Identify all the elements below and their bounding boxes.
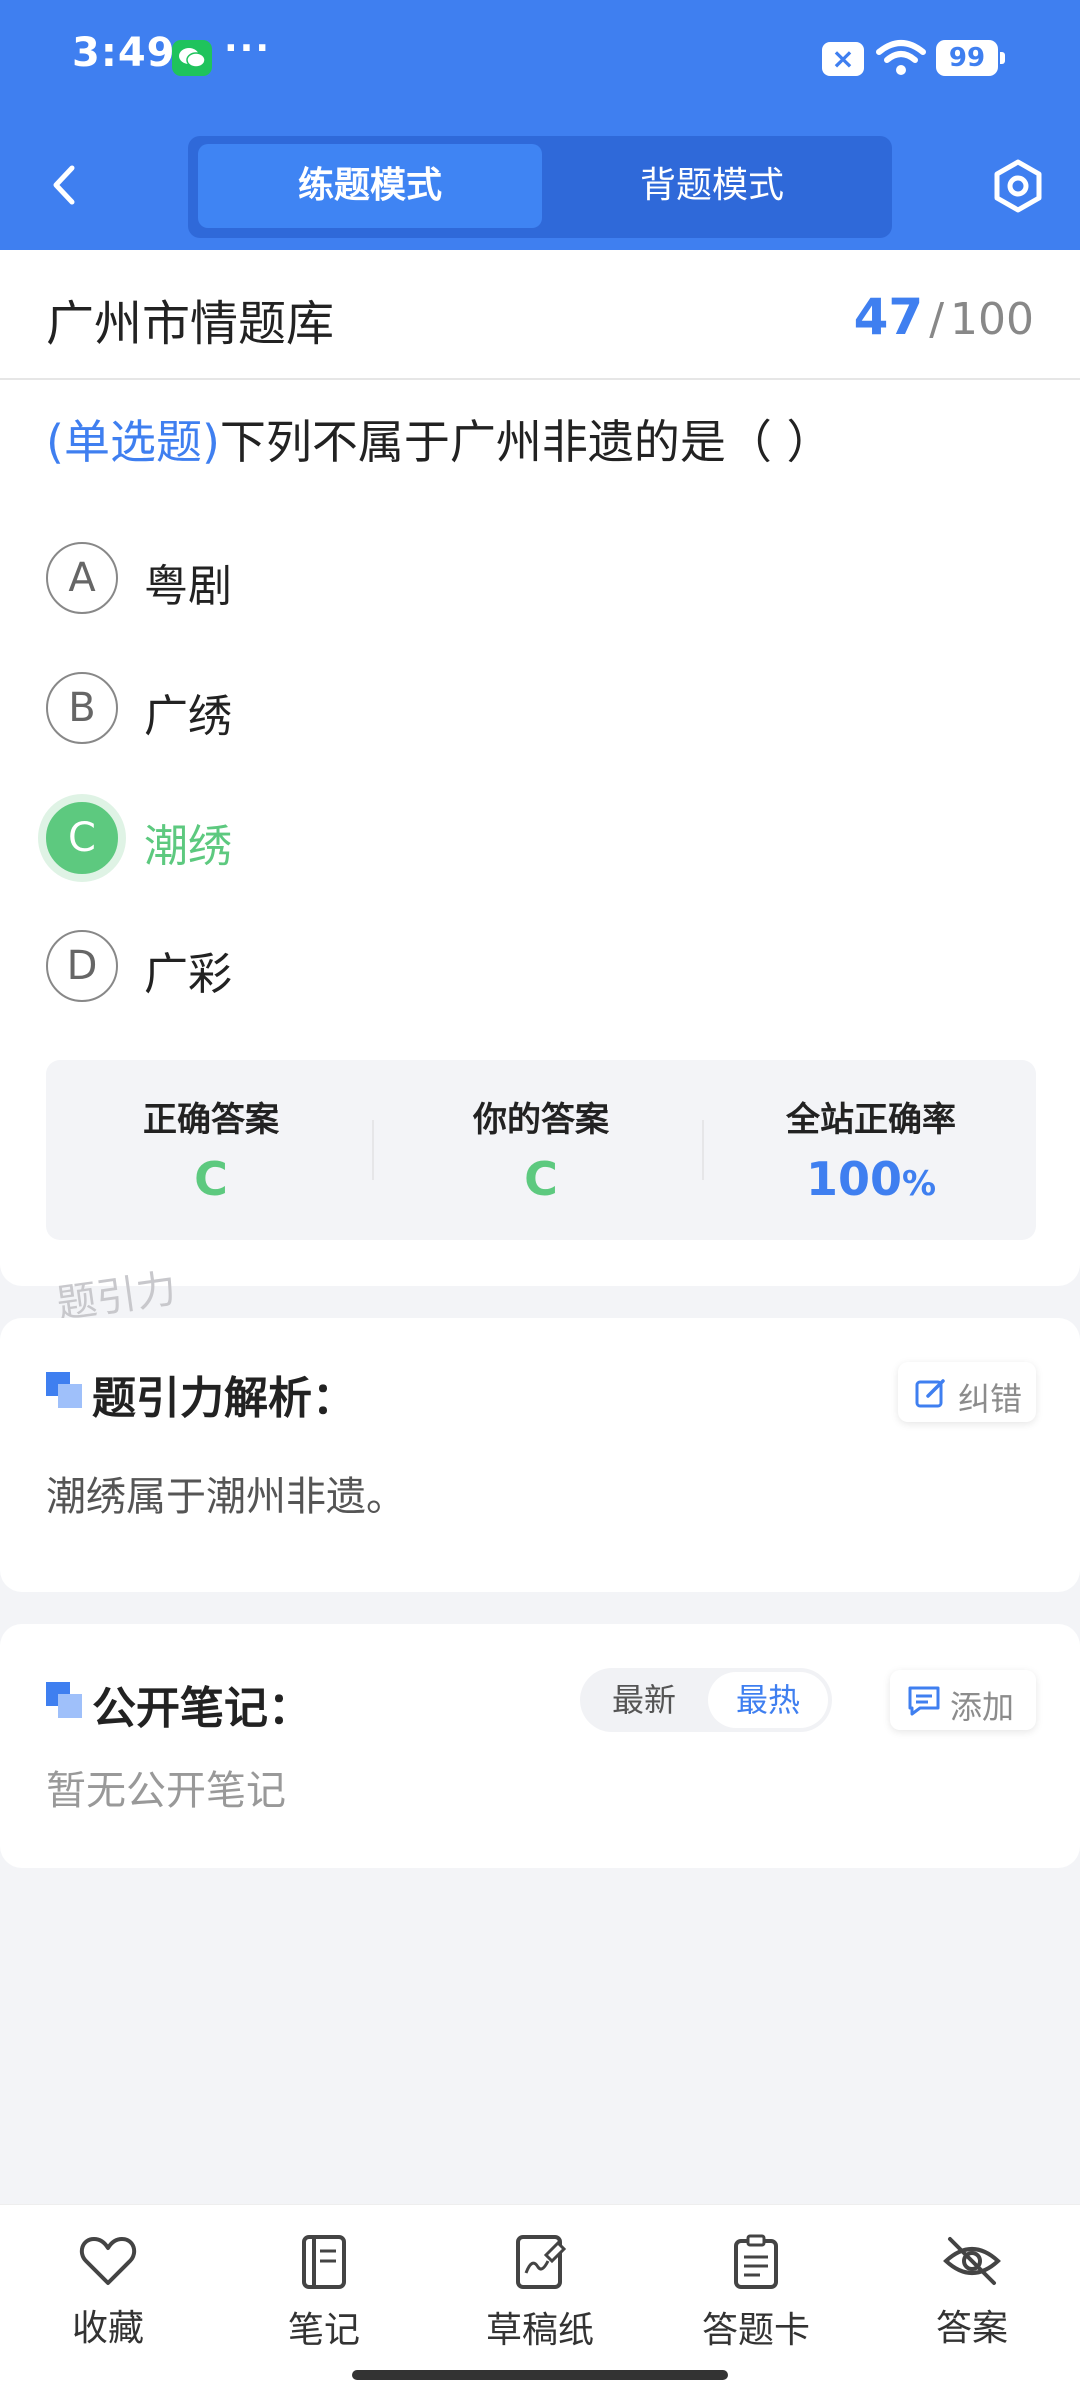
status-bar: 3:49 ··· × 99	[0, 0, 1080, 120]
tab-memorize-mode[interactable]: 背题模式	[540, 144, 884, 228]
answer-summary: 正确答案 C 你的答案 C 全站正确率 100%	[46, 1060, 1036, 1240]
answer-card-icon	[734, 2234, 778, 2289]
add-note-label: 添加	[950, 1688, 1015, 1726]
option-letter: C	[46, 802, 118, 874]
home-indicator[interactable]	[352, 2370, 728, 2380]
report-error-button[interactable]: 纠错	[898, 1362, 1036, 1422]
section-squares-icon	[46, 1372, 84, 1410]
option-a[interactable]: A 粤剧	[46, 538, 1026, 618]
analysis-text: 潮绣属于潮州非遗。	[46, 1474, 406, 1520]
add-note-button[interactable]: 添加	[890, 1670, 1036, 1730]
favorite-button[interactable]: 收藏	[28, 2233, 188, 2373]
sort-latest[interactable]: 最新	[584, 1672, 704, 1728]
option-d[interactable]: D 广彩	[46, 926, 1026, 1006]
answer-card-button[interactable]: 答题卡	[676, 2233, 836, 2373]
close-box-icon: ×	[822, 42, 864, 76]
notes-button[interactable]: 笔记	[244, 2233, 404, 2373]
analysis-title: 题引力解析：	[92, 1373, 356, 1424]
show-answer-label: 答案	[935, 2308, 1008, 2349]
accuracy-col: 全站正确率 100%	[706, 1060, 1036, 1240]
tab-practice-mode[interactable]: 练题模式	[198, 144, 542, 228]
notes-title: 公开笔记：	[92, 1683, 312, 1734]
eye-off-icon	[943, 2237, 1001, 2285]
bank-title: 广州市情题库	[46, 296, 335, 352]
question-card: 广州市情题库 47/100 (单选题)下列不属于广州非遗的是（ ） A 粤剧 B…	[0, 250, 1080, 1286]
draft-paper-button[interactable]: 草稿纸	[460, 2233, 620, 2373]
notebook-icon	[302, 2235, 346, 2289]
comment-icon	[908, 1686, 940, 1716]
mode-switch: 练题模式 背题模式	[188, 136, 892, 238]
more-notifications: ···	[224, 28, 272, 69]
wifi-icon	[876, 38, 926, 82]
progress-total: 100	[950, 294, 1034, 345]
option-c[interactable]: C 潮绣	[46, 798, 1026, 878]
your-answer-label: 你的答案	[473, 1100, 609, 1140]
settings-hexagon-icon[interactable]	[990, 158, 1046, 214]
answer-card-label: 答题卡	[701, 2310, 810, 2351]
draft-paper-label: 草稿纸	[485, 2310, 594, 2351]
sort-hot[interactable]: 最热	[708, 1672, 828, 1728]
favorite-label: 收藏	[71, 2308, 144, 2349]
progress-current: 47	[853, 288, 924, 346]
notes-label: 笔记	[287, 2310, 360, 2351]
show-answer-button[interactable]: 答案	[892, 2233, 1052, 2373]
notes-sort-toggle: 最新 最热	[580, 1668, 832, 1732]
your-answer-value: C	[524, 1152, 558, 1206]
question-progress: 47/100	[854, 288, 1034, 346]
correct-answer-value: C	[194, 1152, 228, 1206]
accuracy-value: 100%	[706, 1152, 1036, 1206]
correct-answer-label: 正确答案	[143, 1100, 279, 1140]
edit-icon	[915, 1379, 945, 1408]
question-text: 下列不属于广州非遗的是（ ）	[219, 415, 833, 469]
progress-separator: /	[929, 294, 945, 345]
option-text: 广彩	[144, 949, 232, 1000]
bank-row: 广州市情题库 47/100	[0, 250, 1080, 380]
draft-paper-icon	[516, 2235, 567, 2289]
your-answer-col: 你的答案 C	[376, 1060, 706, 1240]
public-notes-card: 公开笔记： 最新 最热 添加 暂无公开笔记	[0, 1624, 1080, 1868]
correct-answer-col: 正确答案 C	[46, 1060, 376, 1240]
divider	[702, 1120, 704, 1180]
question-stem: (单选题)下列不属于广州非遗的是（ ）	[46, 406, 833, 472]
heart-icon	[79, 2237, 137, 2285]
question-type: (单选题)	[46, 415, 220, 469]
accuracy-unit: %	[901, 1164, 937, 1204]
status-time: 3:49	[72, 30, 176, 76]
top-nav: 练题模式 背题模式	[0, 120, 1080, 250]
option-letter: A	[46, 542, 118, 614]
accuracy-label: 全站正确率	[786, 1100, 956, 1140]
option-text: 潮绣	[144, 821, 232, 872]
option-letter: D	[46, 930, 118, 1002]
accuracy-number: 100	[805, 1152, 902, 1206]
option-text: 粤剧	[144, 561, 232, 612]
back-arrow-icon[interactable]	[40, 160, 90, 210]
notes-empty-text: 暂无公开笔记	[46, 1768, 286, 1814]
section-squares-icon	[46, 1682, 84, 1720]
divider	[372, 1120, 374, 1180]
option-text: 广绣	[144, 691, 232, 742]
report-error-label: 纠错	[958, 1380, 1023, 1418]
option-b[interactable]: B 广绣	[46, 668, 1026, 748]
wechat-icon	[172, 40, 212, 76]
analysis-card: 题引力解析： 纠错 潮绣属于潮州非遗。	[0, 1318, 1080, 1592]
option-letter: B	[46, 672, 118, 744]
battery-icon: 99	[936, 40, 1005, 76]
